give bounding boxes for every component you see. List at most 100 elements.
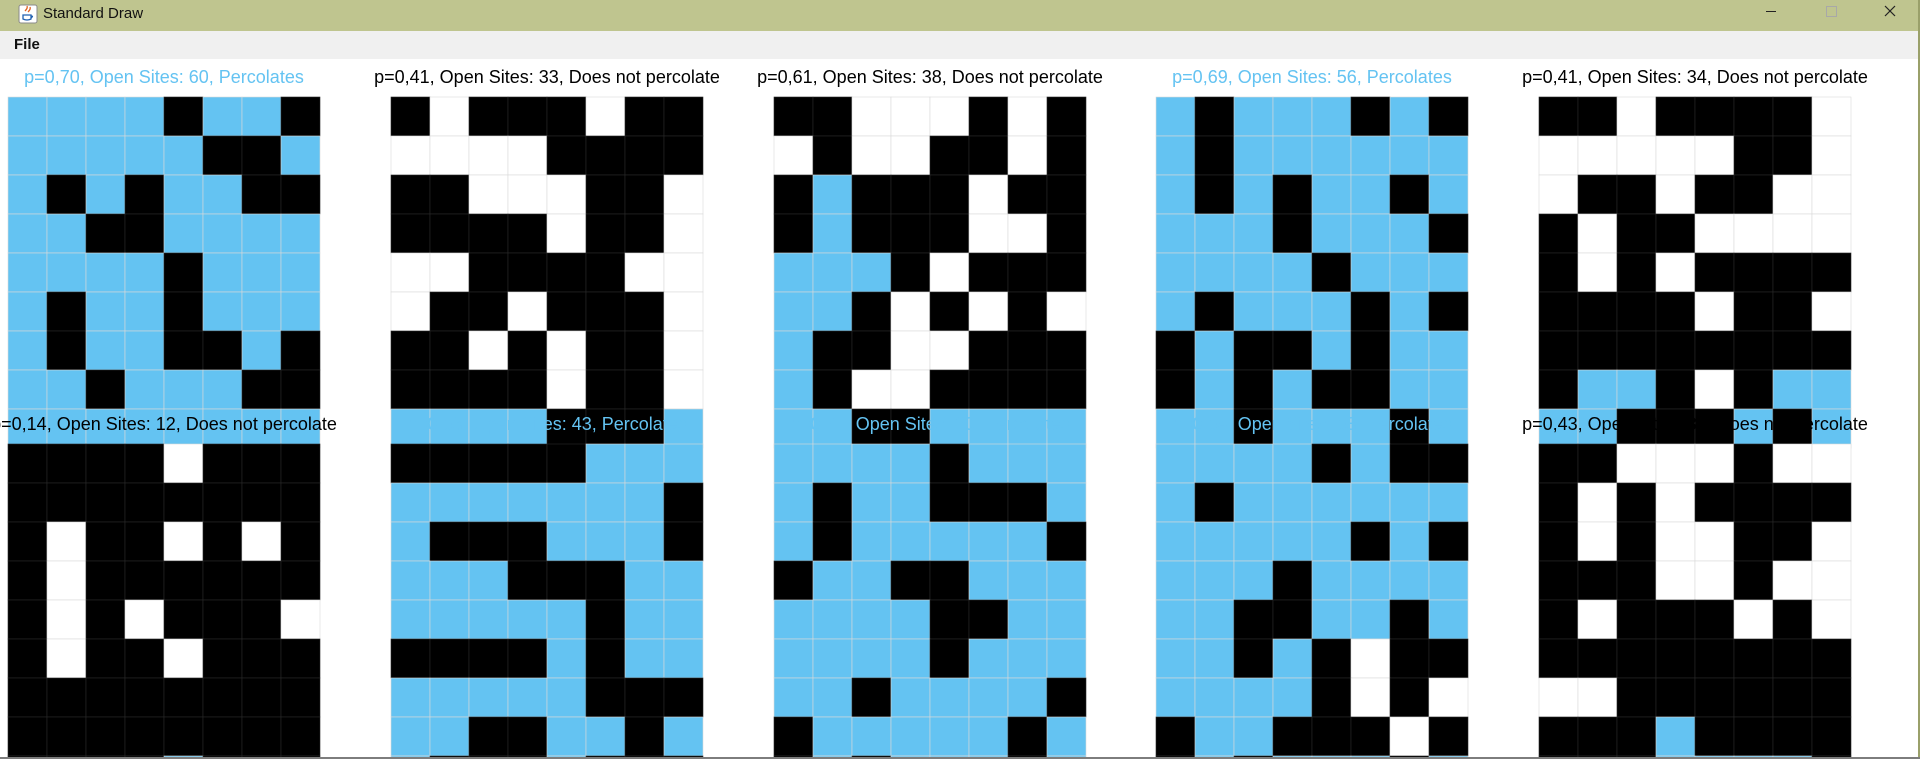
grid-cell [507,599,548,640]
grid-cell [1733,369,1774,410]
minimize-button[interactable] [1742,0,1800,31]
grid-cell [507,252,548,293]
grid-cell [7,174,48,215]
grid-cell [507,96,548,137]
grid-cell [1733,716,1774,757]
grid-cell [1655,174,1696,215]
grid-cell [663,482,704,523]
grid-cell [851,369,892,410]
grid-cell [202,560,243,601]
grid-cell [1577,135,1618,176]
grid-cell [163,677,204,718]
grid-cell [1577,369,1618,410]
grid-cell [663,677,704,718]
grid-cell [1811,96,1852,137]
grid-cell [890,599,931,640]
grid-cell [624,174,665,215]
grid-cell [1772,443,1813,484]
grid-cell [163,638,204,679]
grid-cell [812,716,853,757]
grid-cell [1694,96,1735,137]
maximize-button[interactable] [1802,0,1860,31]
grid-cell [773,521,814,562]
grid-cell [1233,482,1274,523]
grid-cell [1311,369,1352,410]
grid-cell [1389,677,1430,718]
grid-cell [468,599,509,640]
grid-cell [468,252,509,293]
grid-cell [1428,213,1469,254]
grid-cell [1007,677,1048,718]
grid-cell [85,638,126,679]
grid-cell [1577,96,1618,137]
grid-cell [1428,252,1469,293]
grid-cell [1538,599,1579,640]
grid-cell [585,599,626,640]
grid-cell [390,135,431,176]
grid-cell [968,291,1009,332]
grid-cell [1350,521,1391,562]
grid-cell [1577,560,1618,601]
grid-cell [1194,174,1235,215]
grid-cell [1233,443,1274,484]
grid-cell [1577,330,1618,371]
grid-cell [280,638,321,679]
grid-cell [163,560,204,601]
grid-cell [1616,521,1657,562]
grid-cell [1655,135,1696,176]
grid-cell [507,716,548,757]
grid-cell [1155,716,1196,757]
grid-cell [773,638,814,679]
close-button[interactable] [1862,0,1920,31]
grid-cell [890,252,931,293]
grid-cell [890,482,931,523]
grid-cell [202,638,243,679]
percolation-grid: p=0,41, Open Sites: 33, Does not percola… [374,67,720,449]
grid-cell [390,174,431,215]
grid-cell [812,369,853,410]
grid-cell [929,716,970,757]
grid-cell [1811,638,1852,679]
grid-cell [1616,252,1657,293]
grid-cell [1428,96,1469,137]
grid-cell [1655,252,1696,293]
grid-cell [1577,174,1618,215]
grid-cell [1577,716,1618,757]
grid-cell [1694,330,1735,371]
grid-cell [546,174,587,215]
grid-cell [507,521,548,562]
grid-cell [968,716,1009,757]
grid-cell [1350,677,1391,718]
grid-cell [1655,369,1696,410]
grid-cell [429,638,470,679]
grid-cell [1007,482,1048,523]
grid-cell [890,369,931,410]
grid-cell [1694,521,1735,562]
grid-cell [546,482,587,523]
grid-cell [890,96,931,137]
grid-cell [773,482,814,523]
grid-cell [890,330,931,371]
grid-cell [124,330,165,371]
grid-cell [390,330,431,371]
grid-cell [1616,213,1657,254]
grid-cell [1046,330,1087,371]
grid-cell [507,638,548,679]
grid-label: p=0,43, Open Sites: 30, Does not percola… [1522,414,1868,434]
grid-cell [1389,599,1430,640]
grid-cell [812,677,853,718]
grid-cell [85,716,126,757]
menu-file[interactable]: File [14,35,40,55]
grid-cell [1772,174,1813,215]
grid-cell [1655,677,1696,718]
grid-cell [280,330,321,371]
grid-cell [390,482,431,523]
grid-cell [202,213,243,254]
grid-cell [1428,291,1469,332]
grid-cell [773,174,814,215]
grid-cell [812,213,853,254]
grid-cell [163,369,204,410]
grid-cell [851,213,892,254]
grid-cell [429,369,470,410]
grid-cell [390,677,431,718]
